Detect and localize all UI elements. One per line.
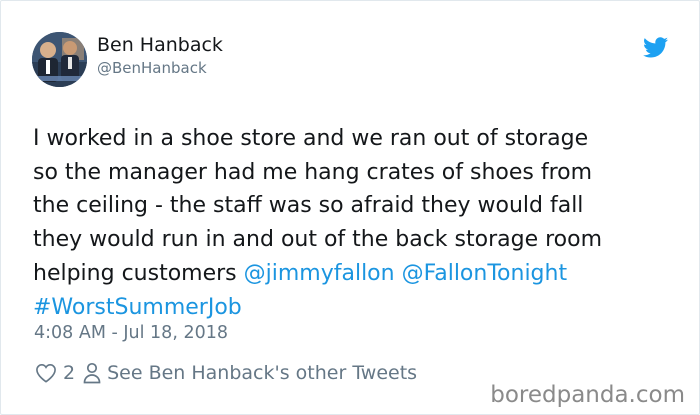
tweet-line: I worked in a shoe store and we ran out … bbox=[33, 126, 589, 151]
like-button[interactable]: 2 bbox=[35, 362, 83, 384]
tweet-text: I worked in a shoe store and we ran out … bbox=[33, 122, 673, 324]
mention-link[interactable]: @jimmyfallon bbox=[244, 261, 395, 286]
heart-icon bbox=[36, 363, 56, 383]
tweet-line: helping customers @jimmyfallon @FallonTo… bbox=[33, 257, 673, 291]
hashtag-link[interactable]: #WorstSummerJob bbox=[33, 295, 242, 320]
tweet-card: Ben Hanback @BenHanback I worked in a sh… bbox=[0, 0, 700, 415]
other-tweets-link[interactable]: See Ben Hanback's other Tweets bbox=[83, 362, 417, 384]
author-handle[interactable]: @BenHanback bbox=[97, 59, 207, 77]
tweet-actions: 2 See Ben Hanback's other Tweets bbox=[35, 360, 417, 386]
tweet-line: the ceiling - the staff was so afraid th… bbox=[33, 193, 584, 219]
tweet-line: so the manager had me hang crates of sho… bbox=[33, 159, 593, 185]
mention-link[interactable]: @FallonTonight bbox=[402, 261, 568, 286]
like-count: 2 bbox=[63, 362, 76, 384]
tweet-line-prefix: helping customers bbox=[33, 260, 244, 286]
tweet-line: they would run in and out of the back st… bbox=[33, 227, 603, 253]
avatar-photo-icon bbox=[32, 32, 87, 87]
other-tweets-label: See Ben Hanback's other Tweets bbox=[107, 362, 418, 384]
twitter-bird-icon[interactable] bbox=[643, 37, 668, 58]
watermark: boredpanda.com bbox=[490, 382, 685, 408]
author-name[interactable]: Ben Hanback bbox=[97, 34, 223, 56]
avatar[interactable] bbox=[32, 32, 87, 87]
tweet-line: #WorstSummerJob bbox=[33, 291, 673, 325]
tweet-timestamp[interactable]: 4:08 AM - Jul 18, 2018 bbox=[34, 323, 228, 343]
person-icon bbox=[83, 362, 101, 384]
